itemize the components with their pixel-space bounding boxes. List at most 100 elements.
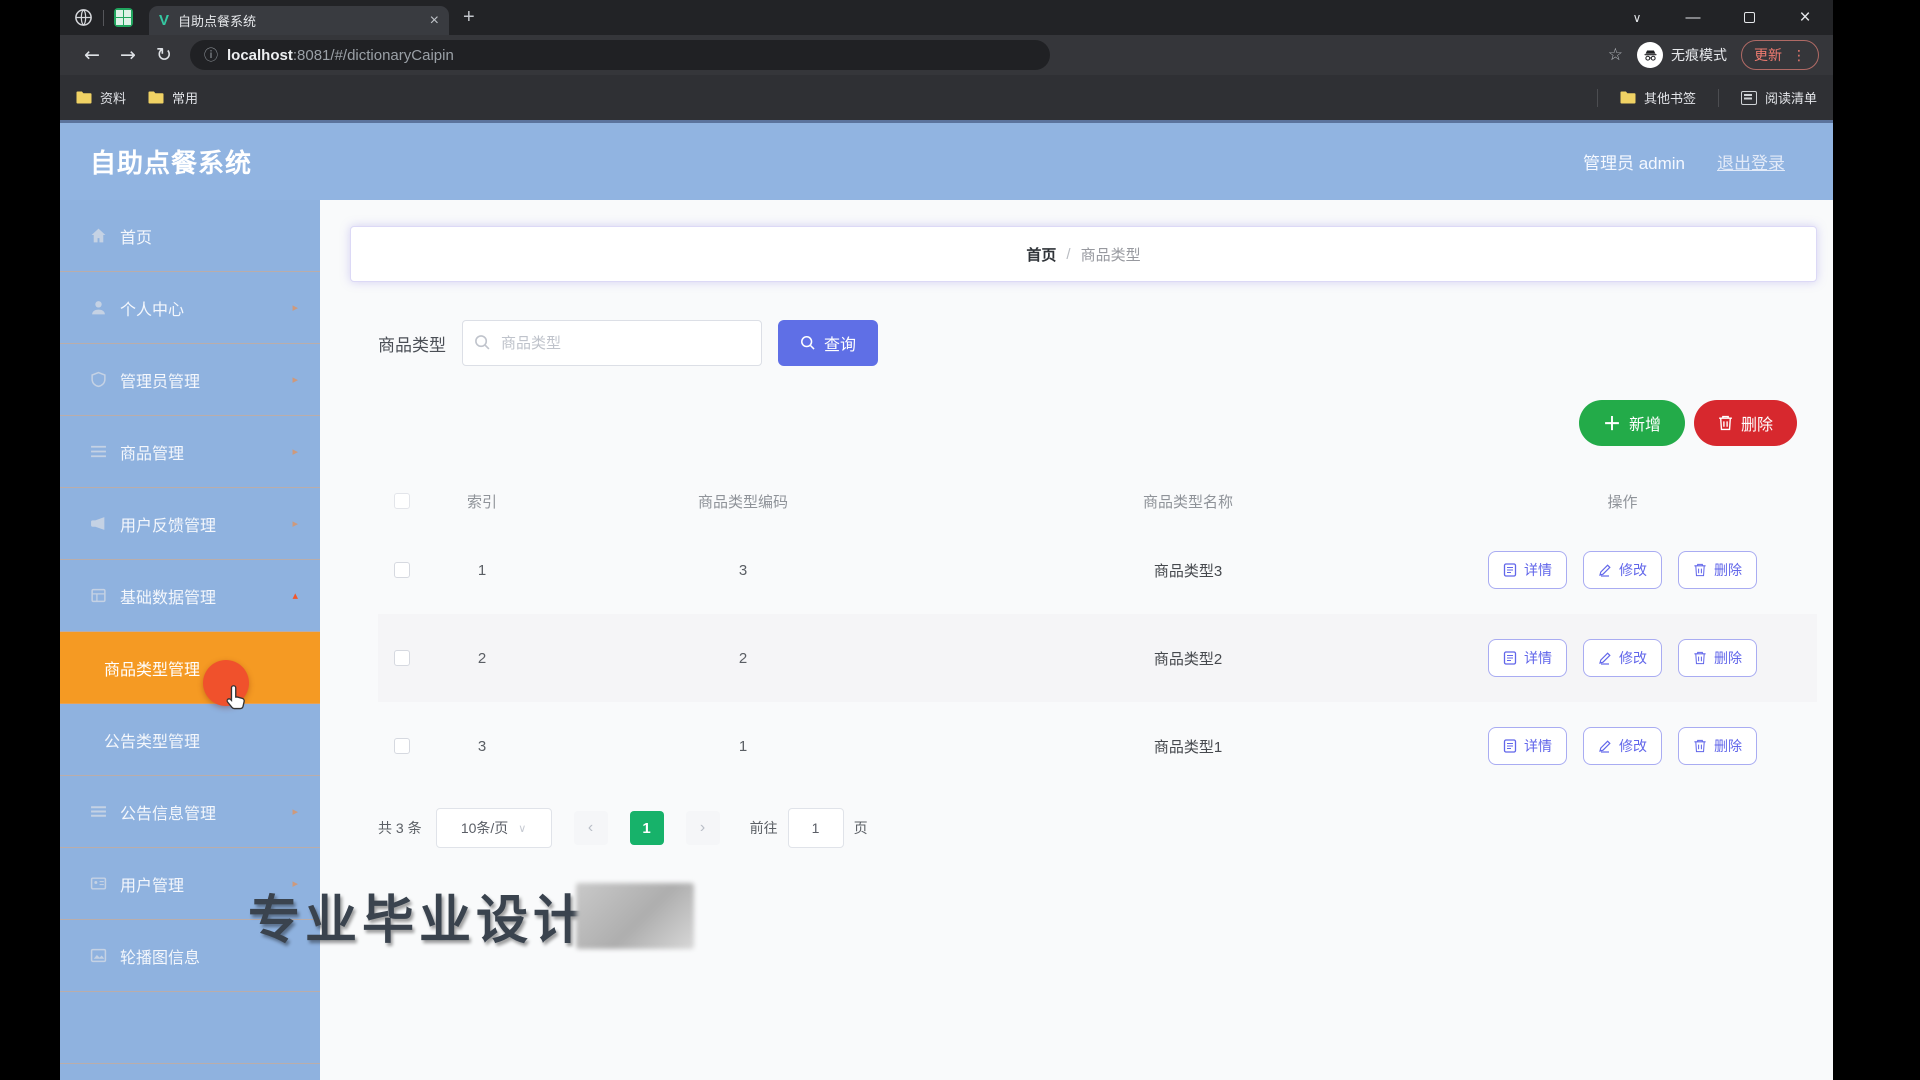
incognito-indicator: 无痕模式: [1637, 42, 1727, 68]
url-text: localhost:8081/#/dictionaryCaipin: [227, 47, 454, 64]
document-icon: [1503, 651, 1517, 665]
delete-button[interactable]: 删除: [1678, 639, 1757, 677]
restore-button[interactable]: [1721, 0, 1777, 35]
sidebar-item-goods-mgmt[interactable]: 商品管理 ▸: [60, 416, 320, 488]
site-info-icon[interactable]: ⓘ: [204, 45, 218, 65]
breadcrumb-current: 商品类型: [1081, 244, 1141, 265]
cell-index: 3: [426, 738, 538, 755]
list-icon: [90, 443, 107, 460]
add-button[interactable]: ＋ 新增: [1579, 400, 1685, 446]
row-checkbox[interactable]: [394, 738, 410, 754]
prev-page-button[interactable]: ‹: [574, 811, 608, 845]
pencil-icon: [1598, 651, 1612, 665]
search-input[interactable]: [462, 320, 762, 366]
breadcrumb-home-link[interactable]: 首页: [1026, 244, 1056, 265]
sidebar-item-admin-mgmt[interactable]: 管理员管理 ▸: [60, 344, 320, 416]
back-icon[interactable]: ←: [74, 44, 110, 66]
table-header-row: 索引 商品类型编码 商品类型名称 操作: [378, 476, 1817, 526]
edit-button[interactable]: 修改: [1583, 639, 1662, 677]
chevron-down-icon: ∨: [518, 822, 526, 835]
search-icon: [474, 334, 491, 351]
sidebar-item-home[interactable]: 首页: [60, 200, 320, 272]
chevron-icon: ▸: [292, 517, 298, 530]
hand-cursor-icon: [220, 682, 252, 714]
address-bar[interactable]: ⓘ localhost:8081/#/dictionaryCaipin: [190, 40, 1050, 70]
chevron-icon: ▸: [292, 805, 298, 818]
col-header-code: 商品类型编码: [538, 491, 948, 512]
sidebar-item-base-data-mgmt[interactable]: 基础数据管理 ▴: [60, 560, 320, 632]
shield-icon: [90, 371, 107, 388]
divider: [1597, 89, 1598, 107]
breadcrumb-separator: /: [1066, 246, 1070, 263]
pagination: 共 3 条 10条/页 ∨ ‹ 1 › 前往 页: [378, 808, 1833, 848]
close-button[interactable]: ×: [1777, 0, 1833, 35]
tab-bar: V 自助点餐系统 × + ∨ — ×: [60, 0, 1833, 35]
col-header-actions: 操作: [1428, 491, 1817, 512]
watermark: 专业毕业设计: [248, 878, 694, 953]
home-icon: [90, 227, 107, 244]
pagination-total: 共 3 条: [378, 818, 422, 838]
watermark-blurred-region: [576, 883, 694, 949]
globe-icon[interactable]: [74, 8, 93, 27]
folder-icon: [148, 91, 164, 104]
vue-favicon-icon: V: [159, 12, 169, 29]
search-tabs-icon[interactable]: ∨: [1609, 0, 1665, 35]
sidebar-item-notice-info-mgmt[interactable]: 公告信息管理 ▸: [60, 776, 320, 848]
minimize-button[interactable]: —: [1665, 0, 1721, 35]
chevron-icon: ▸: [292, 373, 298, 386]
bookmark-folder-changyong[interactable]: 常用: [148, 88, 198, 107]
page-size-select[interactable]: 10条/页 ∨: [436, 808, 552, 848]
sidebar-filler: [60, 992, 320, 1064]
col-header-index: 索引: [426, 491, 538, 512]
megaphone-icon: [90, 515, 107, 532]
menu-kebab-icon[interactable]: ⋮: [1792, 47, 1806, 64]
browser-tab[interactable]: V 自助点餐系统 ×: [149, 6, 449, 35]
bookmark-star-icon[interactable]: ☆: [1608, 45, 1623, 65]
sidebar-subitem-notice-type-mgmt[interactable]: 公告类型管理: [60, 704, 320, 776]
col-header-name: 商品类型名称: [948, 491, 1428, 512]
sidebar-item-feedback-mgmt[interactable]: 用户反馈管理 ▸: [60, 488, 320, 560]
row-checkbox[interactable]: [394, 650, 410, 666]
extension-icon[interactable]: [114, 8, 133, 27]
table-toolbar: ＋ 新增 删除: [320, 400, 1797, 446]
other-bookmarks-button[interactable]: 其他书签: [1620, 88, 1696, 107]
search-icon: [800, 335, 816, 351]
chevron-icon: ▸: [292, 445, 298, 458]
sidebar-subitem-product-type-mgmt[interactable]: 商品类型管理: [60, 632, 320, 704]
next-page-button[interactable]: ›: [686, 811, 720, 845]
tab-close-icon[interactable]: ×: [430, 13, 439, 29]
detail-button[interactable]: 详情: [1488, 551, 1567, 589]
id-card-icon: [90, 875, 107, 892]
logout-link[interactable]: 退出登录: [1717, 149, 1785, 174]
cell-name: 商品类型1: [948, 736, 1428, 757]
cell-name: 商品类型2: [948, 648, 1428, 669]
goto-unit: 页: [854, 818, 868, 838]
edit-button[interactable]: 修改: [1583, 727, 1662, 765]
cell-index: 2: [426, 650, 538, 667]
user-icon: [90, 299, 107, 316]
detail-button[interactable]: 详情: [1488, 639, 1567, 677]
chevron-up-icon: ▴: [292, 589, 298, 602]
detail-button[interactable]: 详情: [1488, 727, 1567, 765]
new-tab-button[interactable]: +: [463, 6, 475, 29]
delete-button[interactable]: 删除: [1678, 727, 1757, 765]
app-header: 自助点餐系统 管理员 admin 退出登录: [60, 120, 1833, 200]
breadcrumb: 首页 / 商品类型: [350, 226, 1817, 282]
goto-page-input[interactable]: [788, 808, 844, 848]
update-chrome-button[interactable]: 更新 ⋮: [1741, 40, 1819, 70]
row-checkbox[interactable]: [394, 562, 410, 578]
edit-button[interactable]: 修改: [1583, 551, 1662, 589]
reading-list-button[interactable]: 阅读清单: [1741, 88, 1817, 107]
data-table: 索引 商品类型编码 商品类型名称 操作 1 3 商品类型3 详情 修改 删除: [378, 476, 1817, 790]
browser-window: V 自助点餐系统 × + ∨ — × ← → ↻ ⓘ localhost:808…: [60, 0, 1833, 1080]
query-button[interactable]: 查询: [778, 320, 878, 366]
sidebar-item-profile[interactable]: 个人中心 ▸: [60, 272, 320, 344]
select-all-checkbox[interactable]: [394, 493, 410, 509]
bulk-delete-button[interactable]: 删除: [1694, 400, 1797, 446]
forward-icon[interactable]: →: [110, 44, 146, 66]
reload-icon[interactable]: ↻: [146, 44, 182, 66]
cell-index: 1: [426, 562, 538, 579]
delete-button[interactable]: 删除: [1678, 551, 1757, 589]
current-page-button[interactable]: 1: [630, 811, 664, 845]
bookmark-folder-ziliao[interactable]: 资料: [76, 88, 126, 107]
